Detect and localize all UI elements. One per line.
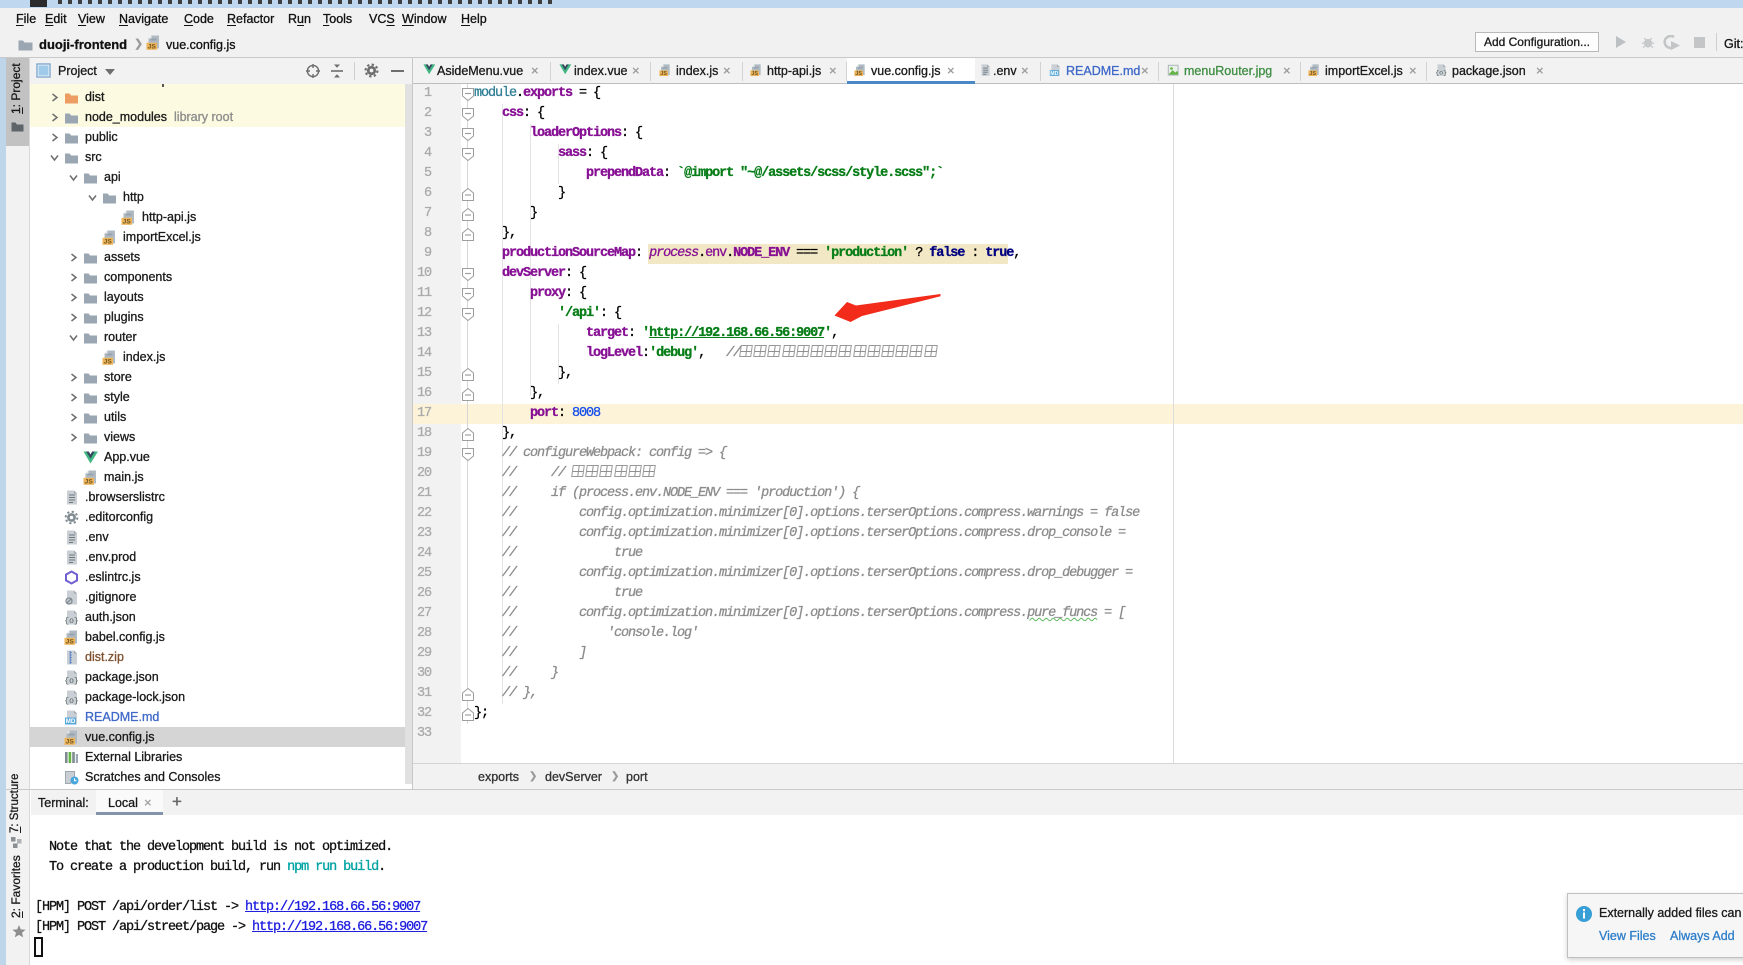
svg-text:JS: JS: [66, 638, 75, 644]
svg-text:{ο}: {ο}: [1435, 70, 1447, 77]
svg-text:MD: MD: [66, 718, 76, 725]
svg-text:JS: JS: [1309, 71, 1316, 76]
svg-text:MD: MD: [1050, 71, 1058, 76]
svg-text:JS: JS: [751, 71, 758, 76]
svg-text:JS: JS: [855, 71, 862, 76]
svg-text:JS: JS: [660, 71, 667, 76]
svg-text:JS: JS: [104, 238, 113, 244]
svg-text:JS: JS: [104, 358, 113, 364]
svg-text:JS: JS: [66, 738, 75, 744]
svg-text:JS: JS: [148, 44, 157, 50]
svg-text:JS: JS: [123, 218, 132, 224]
svg-text:{ο}: {ο}: [64, 697, 78, 705]
svg-text:JS: JS: [85, 478, 94, 484]
svg-text:{ο}: {ο}: [64, 617, 78, 625]
svg-text:{ο}: {ο}: [64, 677, 78, 685]
